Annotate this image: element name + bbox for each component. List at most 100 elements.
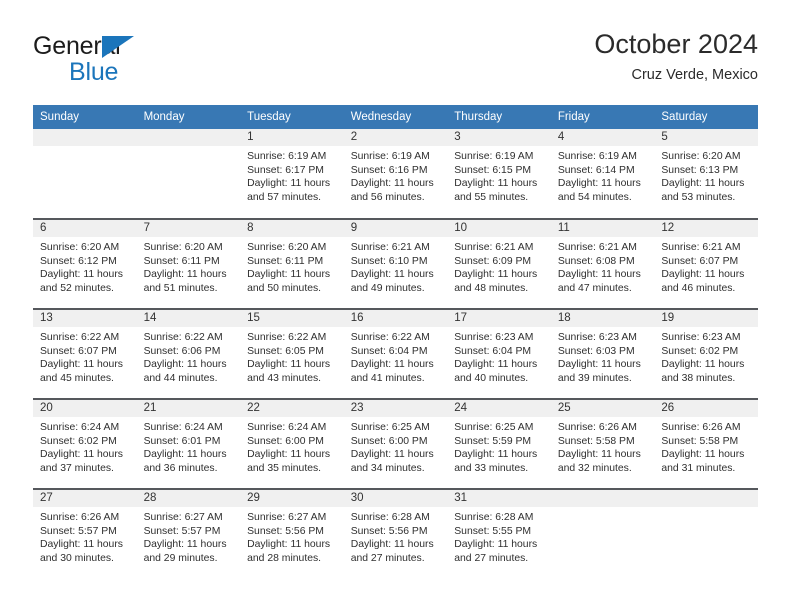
triangle-icon (102, 36, 134, 58)
sunrise-text: Sunrise: 6:21 AM (557, 242, 637, 253)
calendar-day-cell[interactable]: 15 Sunrise: 6:22 AM Sunset: 6:05 PM Dayligh… (240, 308, 344, 399)
daylight-text: and 37 minutes. (40, 462, 114, 474)
daylight-text: Daylight: 11 hours (557, 269, 641, 281)
weekday-header-thursday: Thursday (447, 105, 551, 129)
calendar-day-cell-empty (550, 488, 655, 579)
sunset-text: Sunset: 6:14 PM (557, 164, 635, 176)
calendar-day-cell[interactable]: 22 Sunrise: 6:24 AM Sunset: 6:00 PM Dayligh… (240, 398, 344, 489)
day-details: Sunrise: 6:19 AM Sunset: 6:16 PM Daylight:… (344, 146, 448, 204)
calendar-day-cell[interactable]: 18 Sunrise: 6:23 AM Sunset: 6:03 PM Dayligh… (550, 308, 655, 399)
sunset-text: Sunset: 5:58 PM (557, 435, 635, 447)
daylight-text: Daylight: 11 hours (661, 269, 745, 281)
calendar-day-cell[interactable]: 23 Sunrise: 6:25 AM Sunset: 6:00 PM Dayligh… (343, 398, 448, 489)
sunset-text: Sunset: 6:07 PM (661, 255, 739, 267)
sunset-text: Sunset: 6:05 PM (247, 345, 324, 357)
day-details: Sunrise: 6:20 AM Sunset: 6:11 PM Daylight:… (137, 237, 241, 295)
daylight-text: and 53 minutes. (661, 191, 736, 203)
day-number: 22 (240, 400, 344, 417)
calendar-day-cell[interactable]: 19 Sunrise: 6:23 AM Sunset: 6:02 PM Dayligh… (654, 308, 758, 399)
calendar-day-cell[interactable]: 6 Sunrise: 6:20 AM Sunset: 6:12 PM Daylight… (33, 218, 137, 309)
day-number (654, 490, 758, 507)
day-number: 23 (343, 400, 448, 417)
daylight-text: Daylight: 11 hours (350, 359, 434, 371)
daylight-text: and 28 minutes. (247, 552, 322, 564)
calendar-day-cell[interactable]: 1 Sunrise: 6:19 AM Sunset: 6:17 PM Daylight… (240, 129, 344, 219)
day-details: Sunrise: 6:26 AM Sunset: 5:57 PM Daylight:… (33, 507, 137, 565)
daylight-text: Daylight: 11 hours (247, 359, 331, 371)
day-details: Sunrise: 6:25 AM Sunset: 5:59 PM Daylight:… (447, 417, 551, 475)
calendar-day-cell[interactable]: 10 Sunrise: 6:21 AM Sunset: 6:09 PM Dayligh… (447, 218, 551, 309)
calendar-day-cell[interactable]: 20 Sunrise: 6:24 AM Sunset: 6:02 PM Dayligh… (33, 398, 137, 489)
day-details: Sunrise: 6:20 AM Sunset: 6:13 PM Daylight:… (654, 146, 758, 204)
day-details (137, 146, 241, 150)
day-number: 19 (654, 310, 758, 327)
calendar-day-cell[interactable]: 11 Sunrise: 6:21 AM Sunset: 6:08 PM Dayligh… (550, 218, 655, 309)
day-number: 29 (240, 490, 344, 507)
calendar-day-cell[interactable]: 9 Sunrise: 6:21 AM Sunset: 6:10 PM Daylight… (343, 218, 448, 309)
daylight-text: Daylight: 11 hours (350, 539, 434, 551)
calendar-day-cell[interactable]: 24 Sunrise: 6:25 AM Sunset: 5:59 PM Dayligh… (447, 398, 551, 489)
weekday-header-wednesday: Wednesday (343, 105, 448, 129)
page-subtitle: Cruz Verde, Mexico (631, 67, 758, 83)
calendar-day-cell[interactable]: 17 Sunrise: 6:23 AM Sunset: 6:04 PM Dayligh… (447, 308, 551, 399)
sunrise-text: Sunrise: 6:24 AM (40, 422, 120, 433)
sunset-text: Sunset: 6:04 PM (350, 345, 428, 357)
day-details: Sunrise: 6:22 AM Sunset: 6:07 PM Daylight:… (33, 327, 137, 385)
sunrise-text: Sunrise: 6:25 AM (350, 422, 430, 433)
sunrise-text: Sunrise: 6:22 AM (247, 332, 327, 343)
calendar-day-cell[interactable]: 26 Sunrise: 6:26 AM Sunset: 5:58 PM Dayligh… (654, 398, 758, 489)
day-number: 3 (447, 129, 551, 146)
daylight-text: and 50 minutes. (247, 282, 322, 294)
calendar-day-cell[interactable]: 14 Sunrise: 6:22 AM Sunset: 6:06 PM Dayligh… (136, 308, 241, 399)
daylight-text: Daylight: 11 hours (557, 449, 641, 461)
day-details: Sunrise: 6:28 AM Sunset: 5:55 PM Daylight:… (447, 507, 551, 565)
calendar-day-cell[interactable]: 7 Sunrise: 6:20 AM Sunset: 6:11 PM Daylight… (136, 218, 241, 309)
sunset-text: Sunset: 6:13 PM (661, 164, 739, 176)
daylight-text: Daylight: 11 hours (247, 178, 331, 190)
sunrise-text: Sunrise: 6:20 AM (143, 242, 223, 253)
day-details: Sunrise: 6:23 AM Sunset: 6:03 PM Daylight:… (551, 327, 655, 385)
day-number: 17 (447, 310, 551, 327)
calendar-day-cell[interactable]: 2 Sunrise: 6:19 AM Sunset: 6:16 PM Daylight… (343, 129, 448, 219)
calendar-day-cell[interactable]: 8 Sunrise: 6:20 AM Sunset: 6:11 PM Daylight… (240, 218, 344, 309)
calendar-day-cell[interactable]: 28 Sunrise: 6:27 AM Sunset: 5:57 PM Dayligh… (136, 488, 241, 579)
sunrise-text: Sunrise: 6:23 AM (661, 332, 741, 343)
calendar-day-cell[interactable]: 3 Sunrise: 6:19 AM Sunset: 6:15 PM Daylight… (447, 129, 551, 219)
calendar-day-cell[interactable]: 5 Sunrise: 6:20 AM Sunset: 6:13 PM Daylight… (654, 129, 758, 219)
weekday-header-sunday: Sunday (33, 105, 137, 129)
daylight-text: Daylight: 11 hours (454, 178, 538, 190)
calendar-day-cell[interactable]: 29 Sunrise: 6:27 AM Sunset: 5:56 PM Dayligh… (240, 488, 344, 579)
day-number: 30 (343, 490, 448, 507)
calendar-day-cell[interactable]: 4 Sunrise: 6:19 AM Sunset: 6:14 PM Daylight… (550, 129, 655, 219)
daylight-text: Daylight: 11 hours (247, 269, 331, 281)
daylight-text: and 49 minutes. (350, 282, 425, 294)
daylight-text: Daylight: 11 hours (247, 449, 331, 461)
calendar-day-cell[interactable]: 21 Sunrise: 6:24 AM Sunset: 6:01 PM Dayligh… (136, 398, 241, 489)
day-details: Sunrise: 6:24 AM Sunset: 6:02 PM Daylight:… (33, 417, 137, 475)
calendar-day-cell[interactable]: 13 Sunrise: 6:22 AM Sunset: 6:07 PM Dayligh… (33, 308, 137, 399)
calendar-day-cell[interactable]: 25 Sunrise: 6:26 AM Sunset: 5:58 PM Dayligh… (550, 398, 655, 489)
day-number: 20 (33, 400, 137, 417)
calendar-week-row: 6 Sunrise: 6:20 AM Sunset: 6:12 PM Daylight… (33, 218, 758, 309)
sunset-text: Sunset: 6:07 PM (40, 345, 117, 357)
daylight-text: and 27 minutes. (454, 552, 529, 564)
daylight-text: and 33 minutes. (454, 462, 529, 474)
calendar-week-row: 20 Sunrise: 6:24 AM Sunset: 6:02 PM Dayligh… (33, 398, 758, 489)
calendar-day-cell[interactable]: 12 Sunrise: 6:21 AM Sunset: 6:07 PM Dayligh… (654, 218, 758, 309)
daylight-text: and 34 minutes. (350, 462, 425, 474)
calendar-day-cell[interactable]: 27 Sunrise: 6:26 AM Sunset: 5:57 PM Dayligh… (33, 488, 137, 579)
weekday-header-friday: Friday (550, 105, 655, 129)
calendar-day-cell[interactable]: 31 Sunrise: 6:28 AM Sunset: 5:55 PM Dayligh… (447, 488, 551, 579)
sunrise-text: Sunrise: 6:28 AM (454, 512, 534, 523)
day-number: 9 (343, 220, 448, 237)
sunrise-text: Sunrise: 6:23 AM (557, 332, 637, 343)
calendar-day-cell[interactable]: 16 Sunrise: 6:22 AM Sunset: 6:04 PM Dayligh… (343, 308, 448, 399)
day-details: Sunrise: 6:27 AM Sunset: 5:56 PM Daylight:… (240, 507, 344, 565)
day-details (33, 146, 137, 150)
daylight-text: and 27 minutes. (350, 552, 425, 564)
sunset-text: Sunset: 5:57 PM (40, 525, 117, 537)
calendar-header-row: Sunday Monday Tuesday Wednesday Thursday Frid… (33, 105, 758, 129)
day-details: Sunrise: 6:19 AM Sunset: 6:17 PM Daylight:… (240, 146, 344, 204)
calendar-day-cell[interactable]: 30 Sunrise: 6:28 AM Sunset: 5:56 PM Dayligh… (343, 488, 448, 579)
daylight-text: and 57 minutes. (247, 191, 322, 203)
